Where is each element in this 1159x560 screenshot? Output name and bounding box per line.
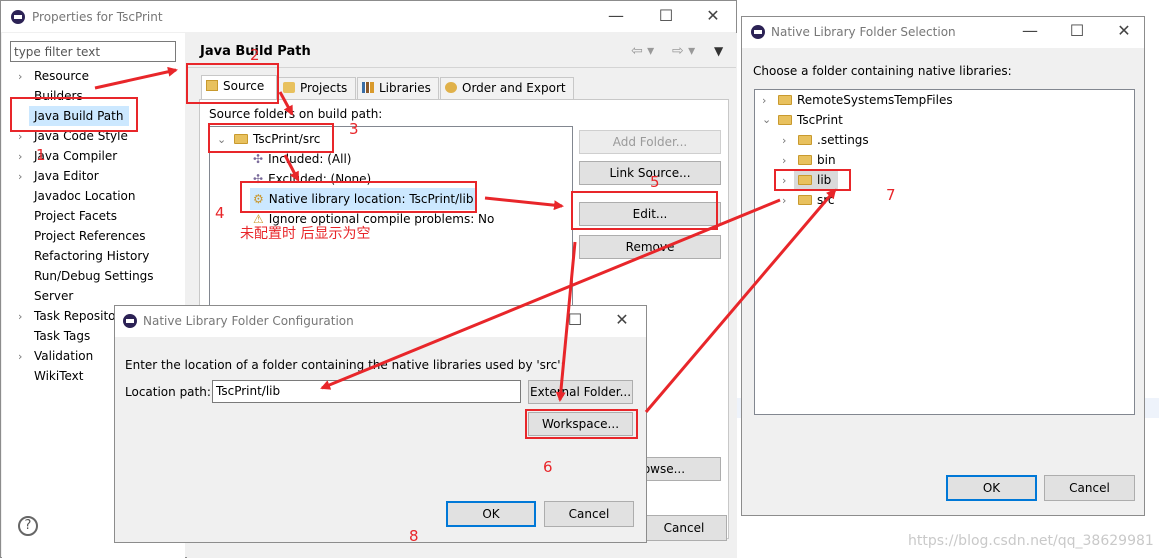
annotation-5: 5 [650,173,660,191]
arrow-4-to-5 [484,196,564,211]
arrow-5-to-6 [555,241,577,402]
arrow-6-to-7 [644,188,837,413]
arrow-2-to-3 [278,91,294,116]
annotation-arrows [94,66,837,413]
arrow-3-to-4 [283,154,300,182]
annotation-1: 1 [36,146,46,164]
annotation-8: 8 [409,527,419,545]
annotation-6: 6 [543,458,553,476]
annotation-2: 2 [250,46,260,64]
arrow-1-to-2 [94,66,178,90]
watermark: https://blog.csdn.net/qq_38629981 [908,533,1154,549]
annotation-note: 未配置时 后显示为空 [240,226,371,242]
annotation-4: 4 [215,204,225,222]
annotation-7: 7 [886,186,896,204]
annotation-3: 3 [349,120,359,138]
arrow-7-to-path [320,198,781,390]
